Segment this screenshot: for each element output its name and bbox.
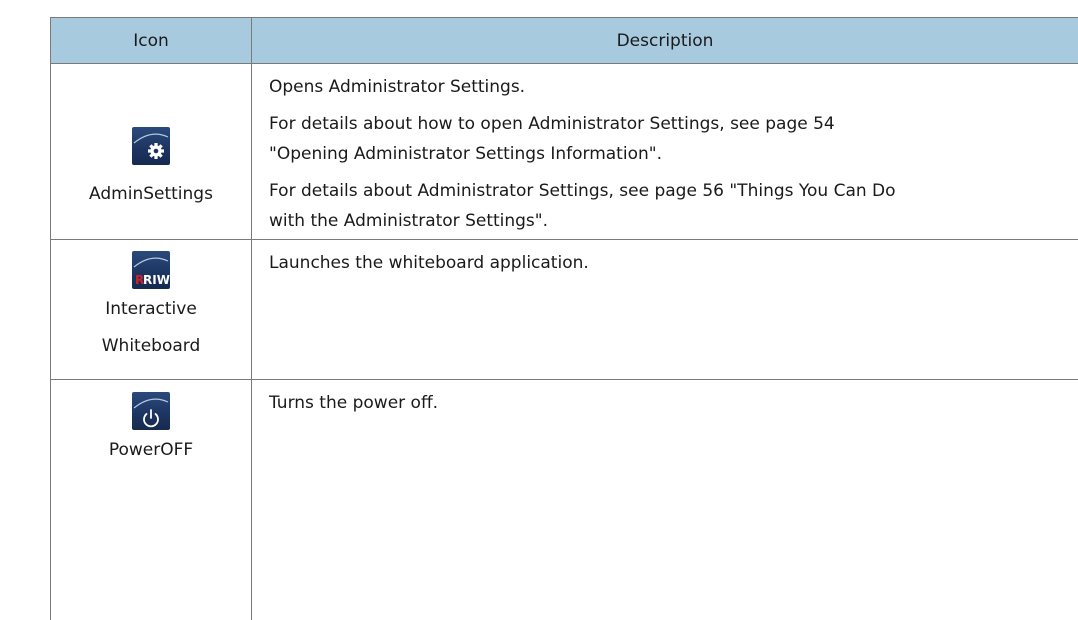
icon-name-label: PowerOFF	[108, 440, 194, 460]
power-icon	[132, 392, 170, 430]
icon-name-label: AdminSettings	[89, 184, 213, 204]
icon-name-label: Interactive	[105, 299, 197, 319]
table-row: AdminSettings Opens Administrator Settin…	[51, 63, 1078, 239]
column-divider	[251, 380, 252, 620]
description-text: Opens Administrator Settings.	[269, 77, 526, 97]
description-text: Launches the whiteboard application.	[269, 253, 589, 273]
riwb-icon-text: RIWB	[143, 273, 170, 287]
icon-cell: AdminSettings	[51, 64, 251, 239]
header-icon-column: Icon	[133, 31, 169, 51]
column-divider	[251, 64, 252, 239]
header-description-column: Description	[616, 31, 714, 51]
icon-cell: R RIWB Interactive Whiteboard	[51, 240, 251, 379]
description-text: "Opening Administrator Settings Informat…	[269, 144, 662, 164]
icon-name-label: Whiteboard	[101, 336, 201, 356]
table-row: R RIWB Interactive Whiteboard Launches t…	[51, 239, 1078, 379]
description-text: with the Administrator Settings".	[269, 211, 549, 231]
riwb-logo-icon: R RIWB	[132, 251, 170, 289]
icon-description-table: Icon Description AdminSettings Opens Adm…	[50, 17, 1078, 620]
table-row: PowerOFF Turns the power off.	[51, 379, 1078, 620]
description-text: For details about how to open Administra…	[269, 114, 835, 134]
table-header-row: Icon Description	[51, 17, 1078, 63]
description-text: Turns the power off.	[269, 393, 439, 413]
column-divider	[251, 240, 252, 379]
admin-settings-gear-icon	[132, 127, 170, 165]
icon-cell: PowerOFF	[51, 380, 251, 620]
description-text: For details about Administrator Settings…	[269, 181, 896, 201]
